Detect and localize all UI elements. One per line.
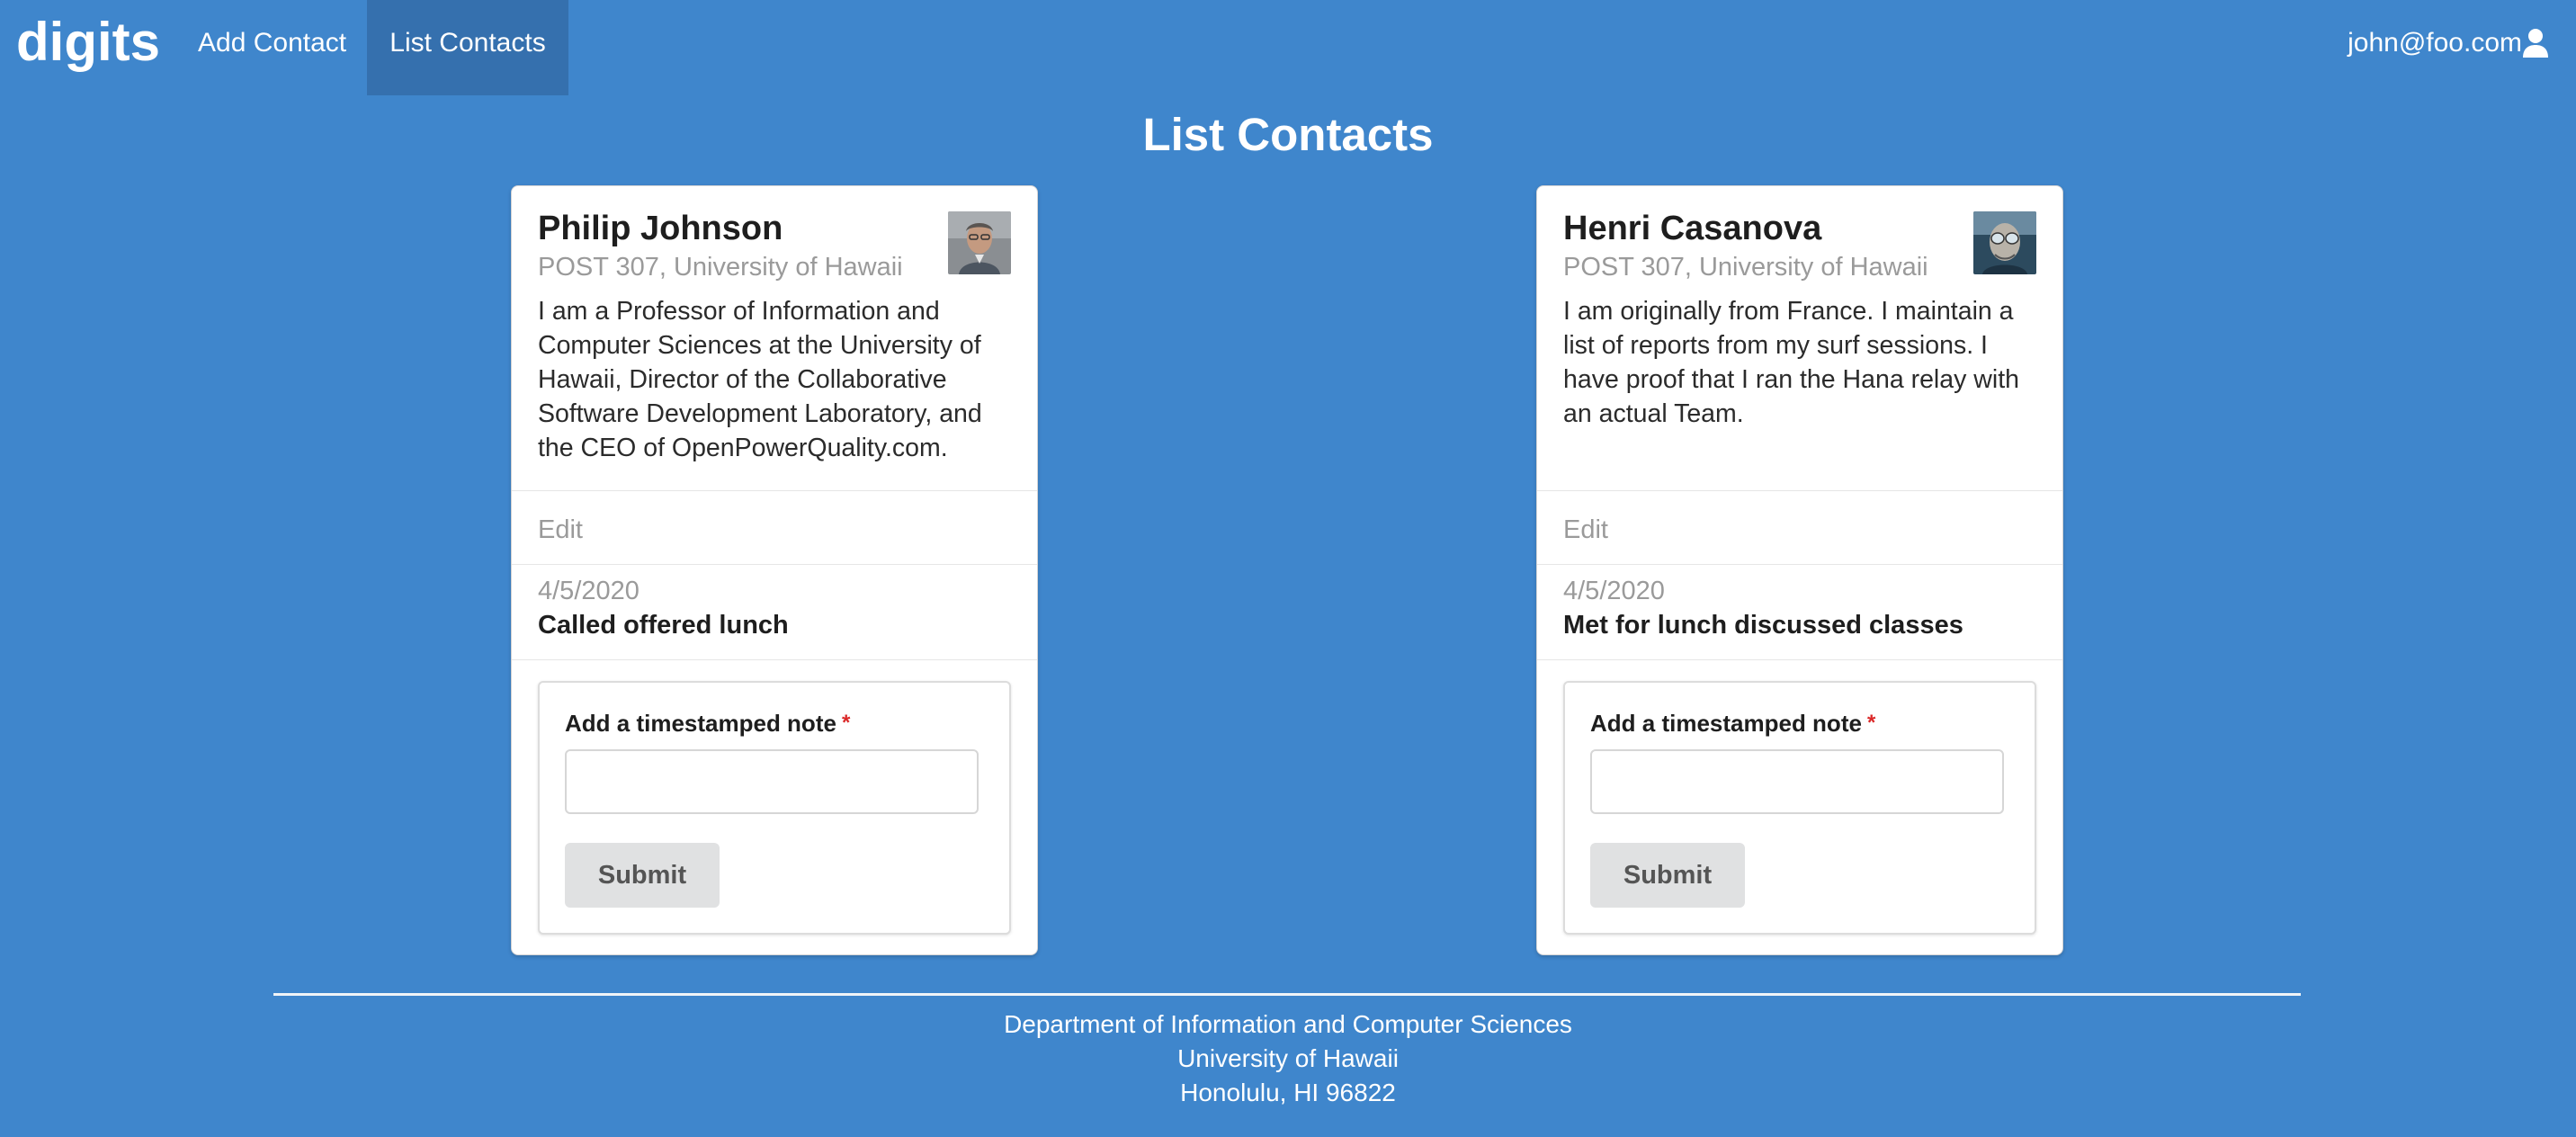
- page-title: List Contacts: [1142, 109, 1434, 160]
- submit-button[interactable]: Submit: [565, 843, 720, 908]
- contact-address: POST 307, University of Hawaii: [1563, 253, 1928, 282]
- footer: Department of Information and Computer S…: [0, 1007, 2576, 1110]
- add-note-form: Add a timestamped note * Submit: [1563, 681, 2036, 935]
- contact-avatar: [1973, 211, 2036, 274]
- note-field-label: Add a timestamped note *: [1590, 706, 1875, 740]
- card-divider: [512, 490, 1037, 491]
- footer-line-university: University of Hawaii: [1177, 1044, 1399, 1072]
- contact-card: Henri Casanova POST 307, University of H…: [1536, 185, 2063, 955]
- user-icon: [2522, 28, 2549, 58]
- card-divider: [512, 659, 1037, 660]
- card-divider: [1537, 659, 2062, 660]
- user-email: john@foo.com: [2348, 28, 2522, 58]
- contact-avatar: [948, 211, 1011, 274]
- contact-name: Henri Casanova: [1563, 210, 1822, 247]
- note-text: Met for lunch discussed classes: [1563, 611, 1963, 640]
- card-divider: [1537, 490, 2062, 491]
- submit-button[interactable]: Submit: [1590, 843, 1745, 908]
- user-menu[interactable]: john@foo.com: [2348, 22, 2549, 65]
- card-divider: [512, 564, 1037, 565]
- footer-divider: [273, 993, 2301, 996]
- contact-name: Philip Johnson: [538, 210, 783, 247]
- required-marker: *: [1866, 711, 1876, 735]
- top-navbar: digits Add Contact List Contacts john@fo…: [0, 0, 2576, 95]
- add-note-form: Add a timestamped note * Submit: [538, 681, 1011, 935]
- contact-address: POST 307, University of Hawaii: [538, 253, 903, 282]
- contact-description: I am originally from France. I maintain …: [1563, 297, 2019, 428]
- note-date: 4/5/2020: [1563, 577, 1665, 605]
- required-marker: *: [841, 711, 851, 735]
- note-input[interactable]: [1590, 749, 2004, 814]
- footer-line-address: Honolulu, HI 96822: [1180, 1079, 1396, 1106]
- contact-card: Philip Johnson POST 307, University of H…: [511, 185, 1038, 955]
- footer-line-department: Department of Information and Computer S…: [1004, 1010, 1572, 1038]
- contact-description: I am a Professor of Information and Comp…: [538, 297, 982, 462]
- card-divider: [1537, 564, 2062, 565]
- edit-link[interactable]: Edit: [538, 512, 583, 548]
- edit-link[interactable]: Edit: [1563, 512, 1608, 548]
- note-field-label-text: Add a timestamped note: [1590, 710, 1862, 737]
- note-field-label: Add a timestamped note *: [565, 706, 850, 740]
- brand-logo[interactable]: digits: [16, 7, 160, 77]
- note-date: 4/5/2020: [538, 577, 640, 605]
- nav-add-contact[interactable]: Add Contact: [198, 0, 367, 95]
- nav-list-contacts[interactable]: List Contacts: [367, 0, 568, 95]
- note-input[interactable]: [565, 749, 979, 814]
- note-field-label-text: Add a timestamped note: [565, 710, 836, 737]
- note-text: Called offered lunch: [538, 611, 789, 640]
